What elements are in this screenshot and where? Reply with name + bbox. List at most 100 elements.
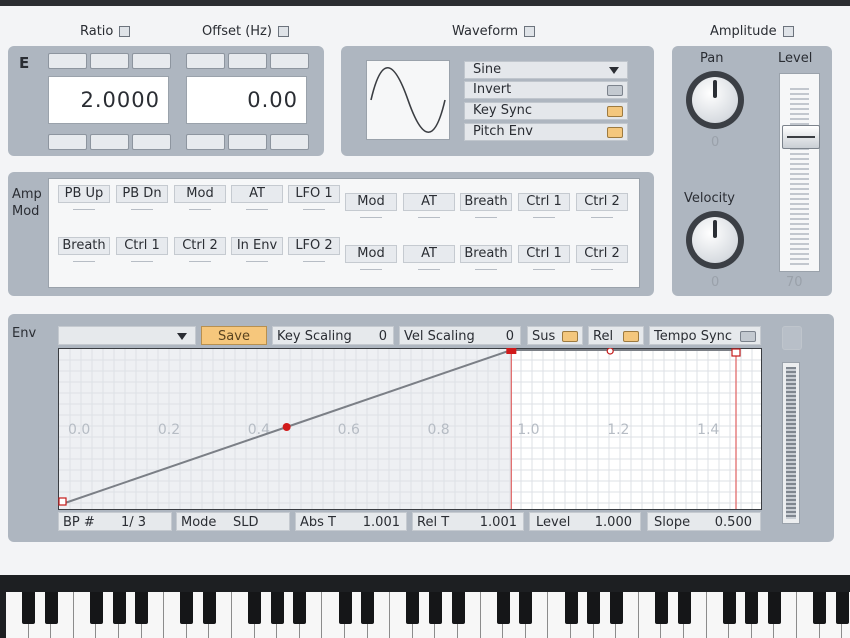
mod-source-right-row2-2[interactable]: Breath — [460, 245, 512, 263]
ratio-finer-up[interactable] — [132, 53, 171, 69]
black-key[interactable] — [112, 592, 126, 624]
mod-amount-line[interactable] — [418, 269, 440, 270]
black-key[interactable] — [813, 592, 827, 624]
env-scrollbar-thumb[interactable] — [786, 367, 796, 519]
abs-t-field[interactable]: Abs T 1.001 — [295, 512, 407, 531]
offset-fine-up[interactable] — [228, 53, 267, 69]
black-key[interactable] — [722, 592, 736, 624]
pitch-env-toggle[interactable]: Pitch Env — [464, 123, 628, 141]
black-key[interactable] — [89, 592, 103, 624]
black-key[interactable] — [293, 592, 307, 624]
mod-source-right-row1-2[interactable]: Breath — [460, 193, 512, 211]
mod-amount-line[interactable] — [591, 269, 613, 270]
black-key[interactable] — [745, 592, 759, 624]
waveform-select[interactable]: Sine — [464, 61, 628, 79]
mod-source-left-row1-1[interactable]: PB Dn — [116, 185, 168, 203]
invert-checkbox[interactable] — [607, 85, 623, 96]
mod-source-left-row2-4[interactable]: LFO 2 — [288, 237, 340, 255]
mod-amount-line[interactable] — [303, 261, 325, 262]
tempo-sync-toggle[interactable]: Tempo Sync — [649, 326, 761, 345]
tempo-sync-checkbox[interactable] — [740, 331, 756, 342]
mod-source-left-row2-3[interactable]: In Env — [231, 237, 283, 255]
black-key[interactable] — [248, 592, 262, 624]
mod-amount-line[interactable] — [360, 269, 382, 270]
black-key[interactable] — [361, 592, 375, 624]
offset-menu-button[interactable] — [277, 26, 289, 37]
invert-toggle[interactable]: Invert — [464, 81, 628, 99]
mod-source-left-row1-4[interactable]: LFO 1 — [288, 185, 340, 203]
black-key[interactable] — [609, 592, 623, 624]
black-key[interactable] — [451, 592, 465, 624]
ratio-fine-up[interactable] — [90, 53, 129, 69]
black-key[interactable] — [677, 592, 691, 624]
mod-source-right-row2-0[interactable]: Mod — [345, 245, 397, 263]
black-key[interactable] — [22, 592, 36, 624]
pan-knob[interactable] — [686, 71, 744, 129]
black-key[interactable] — [180, 592, 194, 624]
mod-amount-line[interactable] — [418, 217, 440, 218]
ratio-finer-down[interactable] — [132, 134, 171, 150]
offset-fine-down[interactable] — [228, 134, 267, 150]
mod-amount-line[interactable] — [591, 217, 613, 218]
black-key[interactable] — [496, 592, 510, 624]
mod-source-left-row2-1[interactable]: Ctrl 1 — [116, 237, 168, 255]
rel-t-field[interactable]: Rel T 1.001 — [412, 512, 524, 531]
black-key[interactable] — [564, 592, 578, 624]
zoom-handle-icon[interactable] — [782, 326, 802, 350]
offset-finer-up[interactable] — [270, 53, 309, 69]
black-key[interactable] — [767, 592, 781, 624]
ratio-coarse-down[interactable] — [48, 134, 87, 150]
black-key[interactable] — [519, 592, 533, 624]
sus-toggle[interactable]: Sus — [527, 326, 583, 345]
ratio-coarse-up[interactable] — [48, 53, 87, 69]
mod-amount-line[interactable] — [475, 269, 497, 270]
mod-amount-line[interactable] — [189, 261, 211, 262]
waveform-menu-button[interactable] — [524, 26, 535, 37]
slope-field[interactable]: Slope 0.500 — [647, 512, 761, 531]
mod-amount-line[interactable] — [303, 209, 325, 210]
mod-source-right-row1-1[interactable]: AT — [403, 193, 455, 211]
mod-amount-line[interactable] — [189, 209, 211, 210]
black-key[interactable] — [338, 592, 352, 624]
mod-amount-line[interactable] — [475, 217, 497, 218]
ratio-menu-button[interactable] — [119, 26, 131, 37]
mod-source-left-row2-2[interactable]: Ctrl 2 — [174, 237, 226, 255]
key-scaling-field[interactable]: Key Scaling 0 — [272, 326, 394, 345]
mod-source-left-row1-2[interactable]: Mod — [174, 185, 226, 203]
amplitude-menu-button[interactable] — [782, 26, 794, 37]
key-sync-toggle[interactable]: Key Sync — [464, 102, 628, 120]
offset-finer-down[interactable] — [270, 134, 309, 150]
mod-amount-line[interactable] — [533, 217, 555, 218]
mod-source-left-row1-3[interactable]: AT — [231, 185, 283, 203]
black-key[interactable] — [135, 592, 149, 624]
level-fader-cap[interactable] — [782, 124, 820, 149]
offset-coarse-down[interactable] — [186, 134, 225, 150]
ratio-fine-down[interactable] — [90, 134, 129, 150]
black-key[interactable] — [270, 592, 284, 624]
mod-source-right-row2-4[interactable]: Ctrl 2 — [576, 245, 628, 263]
rel-toggle[interactable]: Rel — [588, 326, 644, 345]
mode-field[interactable]: Mode SLD — [176, 512, 290, 531]
mod-source-left-row1-0[interactable]: PB Up — [58, 185, 110, 203]
mod-amount-line[interactable] — [73, 209, 95, 210]
mod-amount-line[interactable] — [131, 261, 153, 262]
black-key[interactable] — [587, 592, 601, 624]
black-key[interactable] — [428, 592, 442, 624]
env-scrollbar[interactable] — [782, 362, 800, 524]
vel-scaling-field[interactable]: Vel Scaling 0 — [399, 326, 521, 345]
mod-amount-line[interactable] — [360, 217, 382, 218]
mod-amount-line[interactable] — [131, 209, 153, 210]
mod-source-right-row2-3[interactable]: Ctrl 1 — [518, 245, 570, 263]
env-save-button[interactable]: Save — [201, 326, 267, 345]
mod-source-right-row2-1[interactable]: AT — [403, 245, 455, 263]
black-key[interactable] — [44, 592, 58, 624]
offset-coarse-up[interactable] — [186, 53, 225, 69]
level-fader-track[interactable] — [779, 73, 820, 272]
offset-display[interactable]: 0.00 — [186, 76, 307, 124]
bp-field[interactable]: BP # 1/ 3 — [58, 512, 172, 531]
pitch-env-checkbox[interactable] — [607, 127, 623, 138]
mod-source-left-row2-0[interactable]: Breath — [58, 237, 110, 255]
mod-amount-line[interactable] — [246, 209, 268, 210]
black-key[interactable] — [835, 592, 849, 624]
black-key[interactable] — [202, 592, 216, 624]
